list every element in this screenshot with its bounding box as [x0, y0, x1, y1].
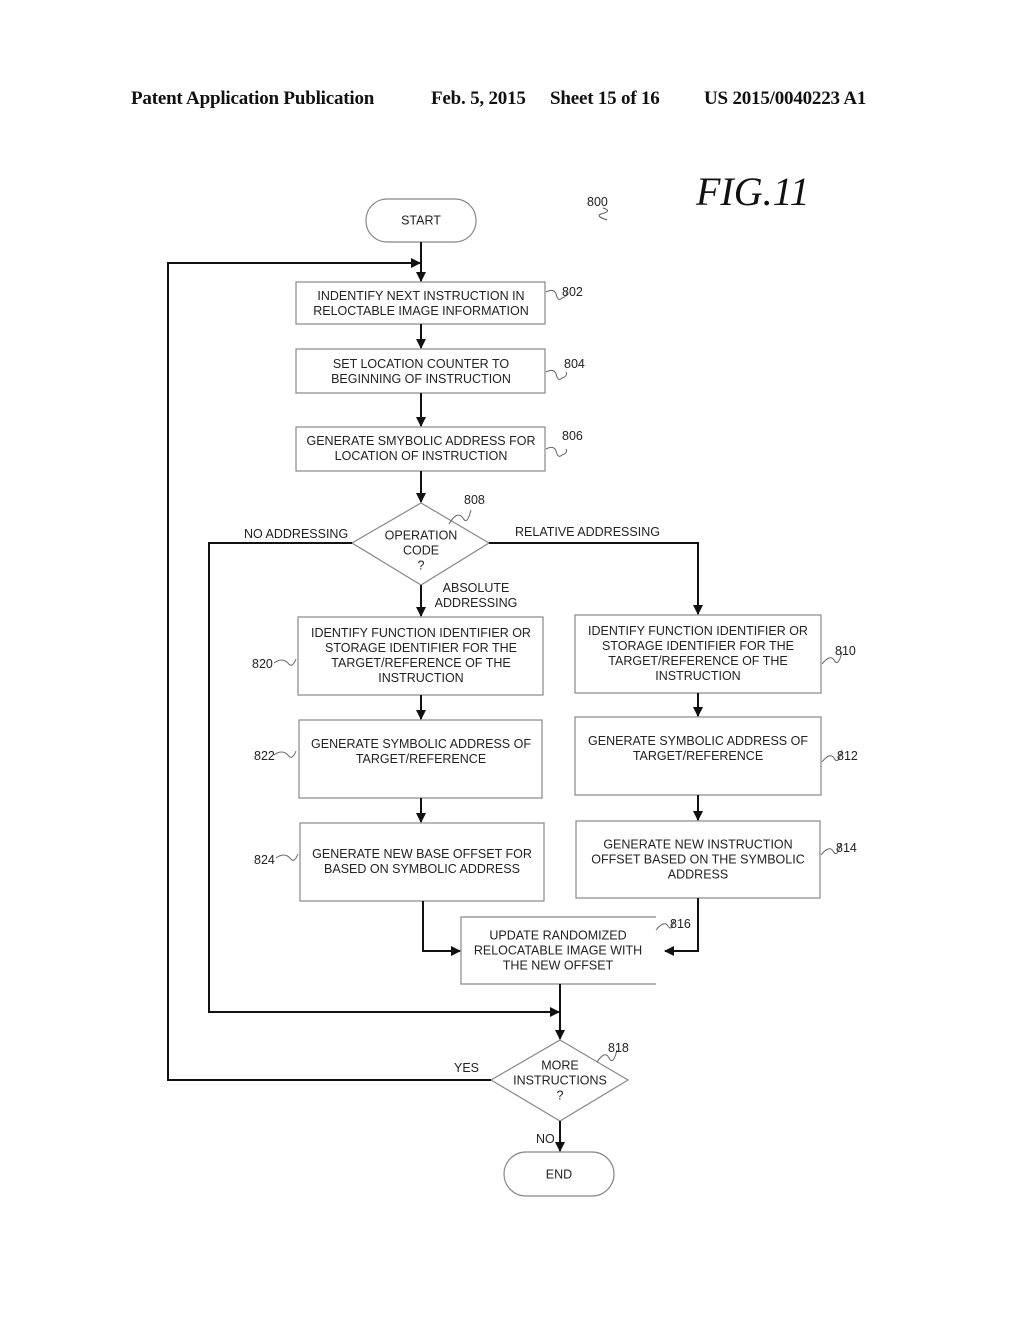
ref-822-squiggle	[273, 750, 297, 758]
ref-820-squiggle	[273, 658, 297, 666]
ref-824: 824	[254, 853, 275, 867]
label-relative-addressing: RELATIVE ADDRESSING	[515, 525, 660, 539]
ref-800-squiggle	[598, 207, 608, 221]
n814-text-line: GENERATE NEW INSTRUCTION	[603, 838, 792, 852]
n824-text-line: GENERATE NEW BASE OFFSET FOR	[312, 847, 532, 861]
n820-text-line: INSTRUCTION	[378, 671, 463, 685]
n820-text-line: IDENTIFY FUNCTION IDENTIFIER OR	[311, 626, 531, 640]
ref-804-squiggle	[545, 369, 567, 380]
ref-800: 800	[587, 195, 608, 209]
ref-808: 808	[464, 493, 485, 507]
n820-text-line: STORAGE IDENTIFIER FOR THE	[325, 641, 517, 655]
n816-text-line: RELOCATABLE IMAGE WITH	[474, 944, 642, 958]
ref-814: 814	[836, 841, 857, 855]
n812-text-line: GENERATE SYMBOLIC ADDRESS OF	[588, 734, 808, 748]
ref-824-squiggle	[275, 853, 299, 861]
end-text-line: END	[546, 1168, 572, 1182]
arrow-808-810	[489, 542, 703, 615]
ref-820: 820	[252, 657, 273, 671]
ref-816: 816	[670, 917, 691, 931]
ref-810: 810	[835, 644, 856, 658]
n816-text-line: THE NEW OFFSET	[503, 959, 614, 973]
label-no: NO	[536, 1132, 555, 1146]
n822-text-line: GENERATE SYMBOLIC ADDRESS OF	[311, 737, 531, 751]
n814-text-line: ADDRESS	[668, 868, 728, 882]
n806-text-line: GENERATE SMYBOLIC ADDRESS FOR	[307, 434, 536, 448]
n814-text-line: OFFSET BASED ON THE SYMBOLIC	[591, 853, 804, 867]
ref-818: 818	[608, 1041, 629, 1055]
n810-text-line: TARGET/REFERENCE OF THE	[608, 654, 787, 668]
ref-806: 806	[562, 429, 583, 443]
label-absolute-addressing-2: ADDRESSING	[435, 596, 518, 610]
n808-text-line: CODE	[403, 544, 439, 558]
n802-text-line: RELOCTABLE IMAGE INFORMATION	[313, 304, 529, 318]
n818-text-line: INSTRUCTIONS	[513, 1074, 607, 1088]
n810-text-line: STORAGE IDENTIFIER FOR THE	[602, 639, 794, 653]
ref-822: 822	[254, 749, 275, 763]
arrow-824-816	[422, 901, 461, 956]
n808-text-line: ?	[418, 559, 425, 573]
n810-text-line: INSTRUCTION	[655, 669, 740, 683]
n810-text-line: IDENTIFY FUNCTION IDENTIFIER OR	[588, 624, 808, 638]
n804-text-line: BEGINNING OF INSTRUCTION	[331, 372, 511, 386]
ref-802: 802	[562, 285, 583, 299]
n816-text-line: UPDATE RANDOMIZED	[489, 929, 626, 943]
n804-text-line: SET LOCATION COUNTER TO	[333, 357, 509, 371]
start-text-line: START	[401, 214, 441, 228]
n812-text-line: TARGET/REFERENCE	[633, 749, 763, 763]
ref-804: 804	[564, 357, 585, 371]
label-absolute-addressing-1: ABSOLUTE	[443, 581, 510, 595]
n824-text-line: BASED ON SYMBOLIC ADDRESS	[324, 862, 520, 876]
ref-812: 812	[837, 749, 858, 763]
label-no-addressing: NO ADDRESSING	[244, 527, 348, 541]
n806-text-line: LOCATION OF INSTRUCTION	[335, 449, 508, 463]
n822-text-line: TARGET/REFERENCE	[356, 752, 486, 766]
n802-text-line: INDENTIFY NEXT INSTRUCTION IN	[317, 289, 524, 303]
flowchart: 800 802 804 806 808 820 822 824 810 812 …	[167, 195, 858, 1197]
ref-806-squiggle	[545, 446, 567, 457]
n818-text-line: ?	[557, 1089, 564, 1103]
n820-text-line: TARGET/REFERENCE OF THE	[331, 656, 510, 670]
process-804	[295, 348, 546, 394]
label-yes: YES	[454, 1061, 479, 1075]
n808-text-line: OPERATION	[385, 529, 458, 543]
n818-text-line: MORE	[541, 1059, 579, 1073]
